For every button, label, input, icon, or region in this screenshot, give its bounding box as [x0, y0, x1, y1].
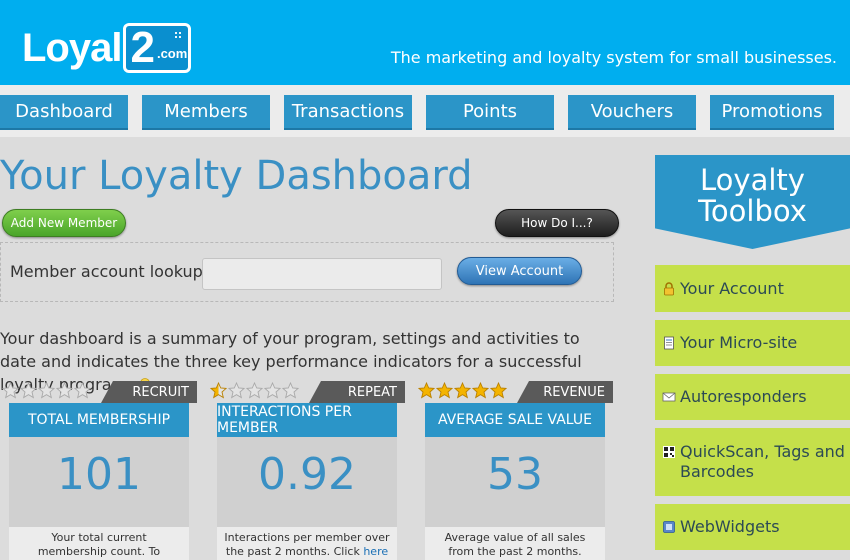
kpi-tag: REVENUE — [517, 381, 613, 403]
kpi-tag: REPEAT — [309, 381, 405, 403]
member-lookup-label: Member account lookup: — [10, 262, 209, 281]
star-icon — [228, 382, 245, 399]
logo-suffix: .com — [156, 45, 188, 61]
logo-text: Loyal — [22, 25, 122, 70]
logo-badge: 2 .com — [123, 23, 192, 73]
lock-icon — [664, 281, 674, 295]
star-rating — [418, 382, 507, 400]
member-lookup-panel: Member account lookup: View Account — [0, 242, 614, 302]
nav-dashboard[interactable]: Dashboard — [0, 95, 128, 130]
logo-dots-icon — [174, 31, 183, 39]
star-icon — [210, 382, 227, 399]
star-icon — [454, 382, 471, 399]
toolbox-your-account[interactable]: Your Account — [655, 265, 850, 312]
kpi-heading: INTERACTIONS PER MEMBER — [217, 403, 397, 437]
main-nav: Dashboard Members Transactions Points Vo… — [0, 85, 850, 137]
loyalty-toolbox-heading: Loyalty Toolbox — [655, 155, 850, 249]
star-icon — [490, 382, 507, 399]
star-icon — [56, 382, 73, 399]
star-icon — [418, 382, 435, 399]
member-lookup-input[interactable] — [202, 258, 442, 290]
star-icon — [74, 382, 91, 399]
nav-points[interactable]: Points — [426, 95, 554, 130]
kpi-value: 101 — [57, 449, 141, 500]
kpi-description: Your total current membership count. To … — [9, 527, 189, 560]
kpi-heading: TOTAL MEMBERSHIP — [9, 403, 189, 437]
star-icon — [2, 382, 19, 399]
star-icon — [282, 382, 299, 399]
envelope-icon — [662, 392, 676, 402]
nav-vouchers[interactable]: Vouchers — [568, 95, 696, 130]
widget-icon — [663, 521, 675, 533]
star-icon — [20, 382, 37, 399]
kpi-card-repeat: REPEAT INTERACTIONS PER MEMBER 0.92 Inte… — [208, 381, 405, 560]
nav-promotions[interactable]: Promotions — [710, 95, 834, 130]
star-icon — [246, 382, 263, 399]
document-icon — [664, 336, 674, 350]
logo-number: 2 — [130, 23, 155, 72]
star-rating — [2, 382, 91, 400]
kpi-value: 53 — [487, 449, 543, 500]
toolbox-webwidgets[interactable]: WebWidgets — [655, 504, 850, 550]
qr-code-icon — [663, 446, 675, 458]
loyal2-logo[interactable]: Loyal 2 .com — [22, 22, 192, 74]
kpi-card-revenue: REVENUE AVERAGE SALE VALUE 53 Average va… — [416, 381, 613, 560]
site-header: Loyal 2 .com The marketing and loyalty s… — [0, 0, 850, 85]
toolbox-quickscan[interactable]: QuickScan, Tags and Barcodes — [655, 428, 850, 496]
kpi-card-recruit: RECRUIT TOTAL MEMBERSHIP 101 Your total … — [0, 381, 197, 560]
kpi-here-link[interactable]: here — [363, 545, 388, 558]
kpi-description: Interactions per member over the past 2 … — [217, 527, 397, 560]
star-icon — [472, 382, 489, 399]
tagline: The marketing and loyalty system for sma… — [390, 48, 837, 67]
star-icon — [38, 382, 55, 399]
view-account-button[interactable]: View Account — [457, 257, 582, 285]
nav-members[interactable]: Members — [142, 95, 270, 130]
kpi-description: Average value of all sales from the past… — [425, 527, 605, 560]
star-rating — [210, 382, 299, 400]
page-title: Your Loyalty Dashboard — [0, 153, 473, 199]
toolbox-autoresponders[interactable]: Autoresponders — [655, 374, 850, 420]
add-new-member-button[interactable]: Add New Member — [2, 209, 126, 237]
nav-transactions[interactable]: Transactions — [284, 95, 412, 130]
toolbox-micro-site[interactable]: Your Micro-site — [655, 320, 850, 366]
star-icon — [436, 382, 453, 399]
star-icon — [264, 382, 281, 399]
kpi-value: 0.92 — [258, 449, 356, 500]
how-do-i-button[interactable]: How Do I...? — [495, 209, 619, 237]
kpi-heading: AVERAGE SALE VALUE — [425, 403, 605, 437]
kpi-tag: RECRUIT — [101, 381, 197, 403]
